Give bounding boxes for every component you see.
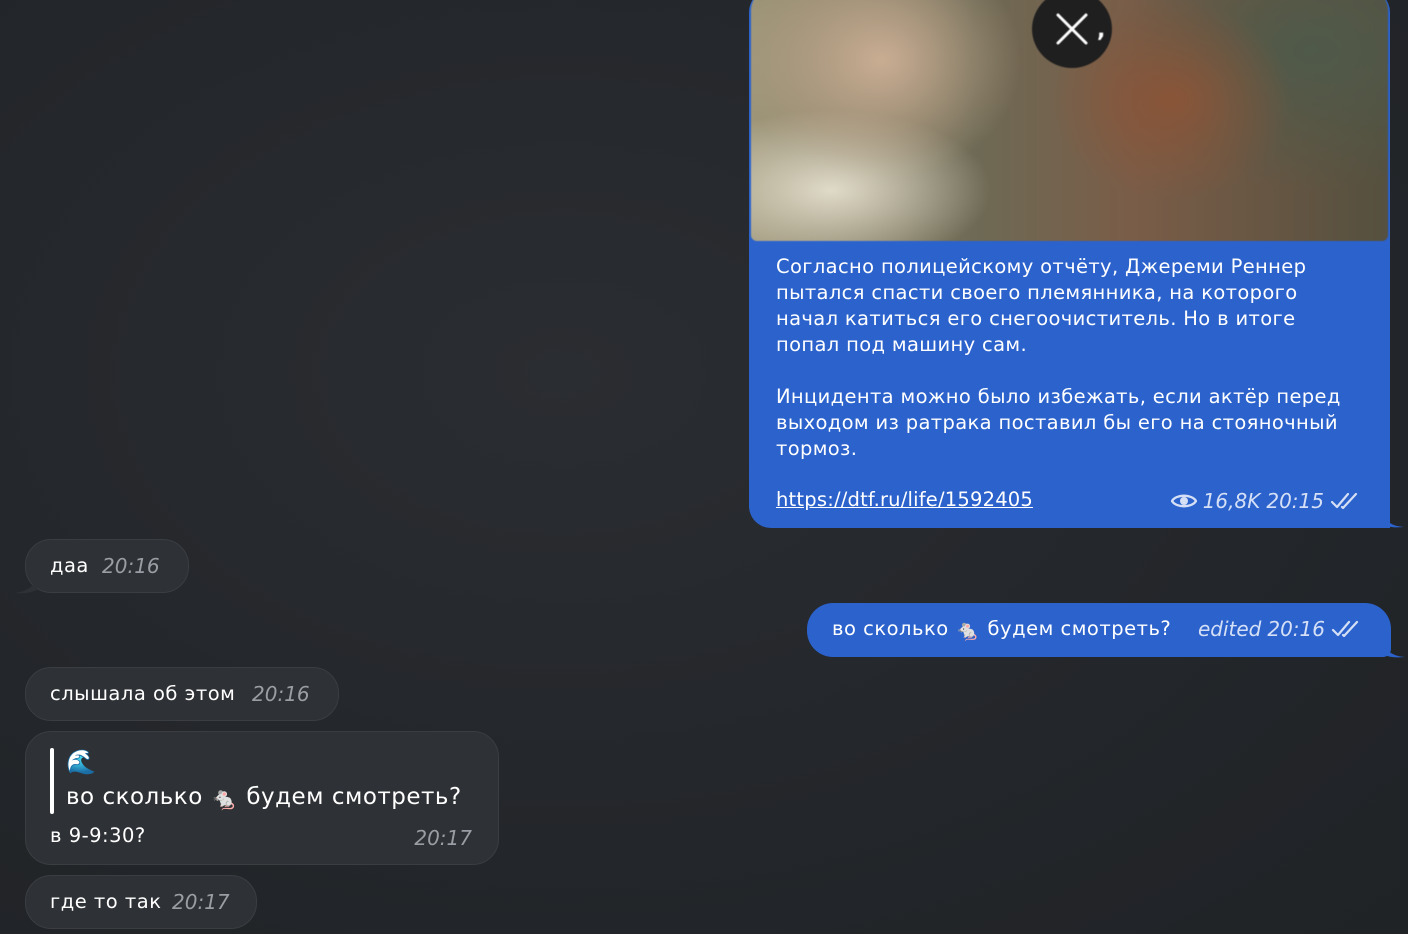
double-check-icon	[1331, 620, 1359, 638]
message-bubble-outgoing[interactable]: во сколько 🐁 будем смотреть? edited 20:1…	[807, 603, 1391, 657]
message-bubble-incoming-reply[interactable]: 🌊 во сколько 🐁 будем смотреть? в 9-9:30?…	[25, 731, 499, 865]
message-time: 20:17	[414, 826, 472, 850]
reply-text-before: во сколько	[66, 784, 203, 810]
post-meta: 16,8K 20:15	[1170, 489, 1362, 513]
bubble-tail	[13, 576, 37, 594]
edited-label: edited	[1197, 617, 1262, 641]
message-meta: edited 20:16	[1198, 617, 1363, 641]
message-text: где то так	[50, 890, 162, 913]
post-views: 16,8K	[1202, 489, 1261, 513]
post-media-image[interactable]: ,	[751, 0, 1388, 241]
rat-emoji: 🐁	[210, 787, 239, 812]
message-time: 20:17	[172, 890, 230, 914]
rat-emoji: 🐁	[955, 618, 981, 642]
bubble-tail	[1383, 640, 1405, 658]
message-text: в 9-9:30?	[50, 824, 146, 847]
reply-text-after: будем смотреть?	[246, 784, 462, 810]
message-time: 20:16	[252, 682, 310, 706]
bubble-tail	[1382, 510, 1404, 528]
post-link[interactable]: https://dtf.ru/life/1592405	[776, 488, 1033, 511]
reply-quote-bar	[50, 748, 54, 814]
eye-icon	[1170, 494, 1197, 508]
message-bubble-incoming[interactable]: слышала об этом 20:16	[25, 667, 339, 721]
message-text: слышала об этом	[50, 682, 236, 705]
reply-author-emoji: 🌊	[66, 748, 97, 776]
media-overlay-char: ,	[1097, 18, 1106, 43]
post-time: 20:15	[1266, 489, 1324, 513]
message-bubble-incoming[interactable]: где то так 20:17	[25, 875, 257, 929]
message-time: 20:16	[1267, 617, 1325, 641]
reply-quoted-text[interactable]: во сколько 🐁 будем смотреть?	[66, 784, 462, 812]
close-icon	[1056, 13, 1088, 45]
double-check-icon	[1330, 492, 1358, 510]
message-bubble-incoming[interactable]: даа 20:16	[25, 539, 189, 593]
channel-post-bubble[interactable]: , Согласно полицейскому отчёту, Джереми …	[749, 0, 1390, 528]
post-text: Согласно полицейскому отчёту, Джереми Ре…	[776, 255, 1341, 460]
message-text-before: во сколько	[832, 617, 949, 640]
message-text: во сколько 🐁 будем смотреть?	[832, 617, 1171, 642]
chat-area: , Согласно полицейскому отчёту, Джереми …	[0, 0, 1408, 934]
message-time: 20:16	[102, 554, 160, 578]
message-text: даа	[50, 554, 89, 577]
message-text-after: будем смотреть?	[987, 617, 1172, 640]
